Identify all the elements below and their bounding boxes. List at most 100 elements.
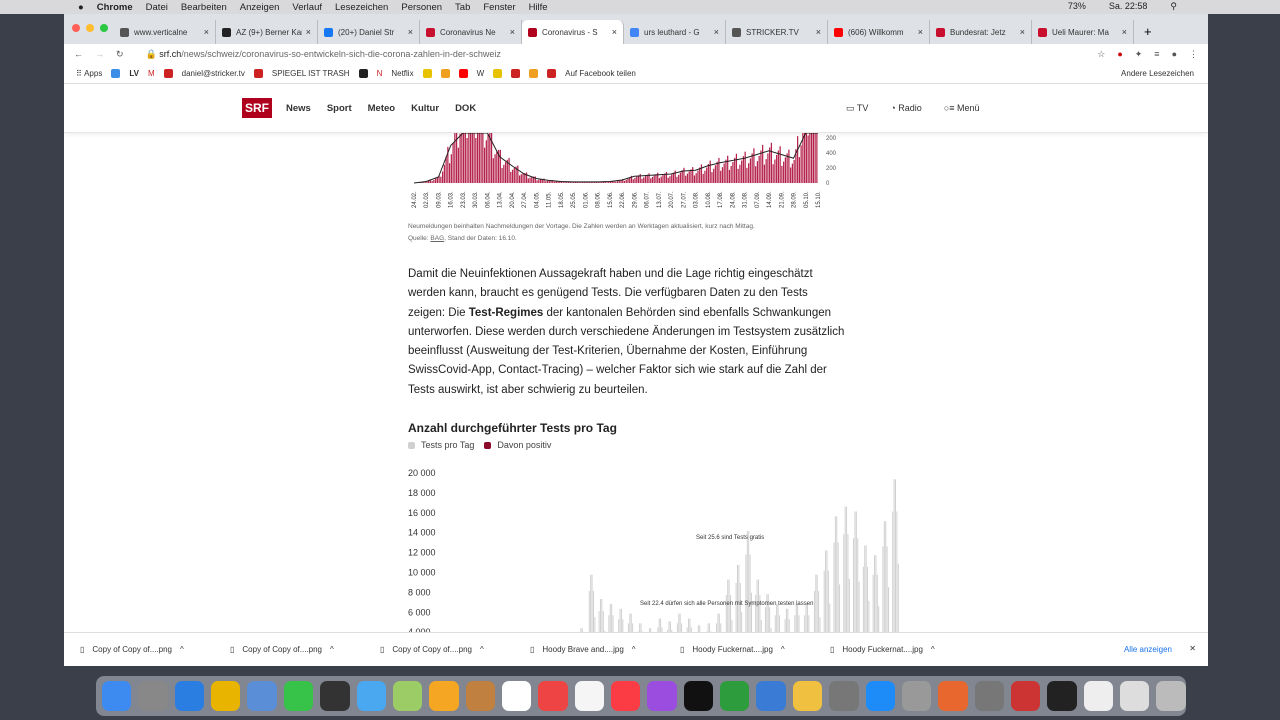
extension-icon[interactable]: ● <box>1117 49 1122 60</box>
nav-tv[interactable]: ▭ TV <box>846 103 868 114</box>
menu-item[interactable]: Personen <box>401 2 442 13</box>
close-tab-icon[interactable]: × <box>510 27 515 37</box>
browser-tab[interactable]: Coronavirus Ne × <box>420 20 522 44</box>
dock-app-icon[interactable] <box>392 681 423 711</box>
dock-app-icon[interactable] <box>138 681 168 711</box>
chevron-up-icon[interactable]: ^ <box>180 645 184 654</box>
dock-app-icon[interactable] <box>756 681 786 711</box>
dock-app-icon[interactable] <box>1047 681 1077 711</box>
clock[interactable]: Sa. 22:58 <box>1109 1 1148 12</box>
download-item[interactable]: ▯ Hoody Fuckernat....jpg ^ <box>814 645 964 654</box>
browser-tab[interactable]: Coronavirus - S × <box>522 20 624 44</box>
dock-app-icon[interactable] <box>283 681 314 711</box>
nav-menu[interactable]: ○≡ Menü <box>944 103 980 114</box>
menu-app[interactable]: Chrome <box>97 2 133 13</box>
zoom-button[interactable] <box>100 24 108 32</box>
srf-logo[interactable]: SRF <box>242 98 272 118</box>
browser-tab[interactable]: STRICKER.TV × <box>726 20 828 44</box>
menu-item[interactable]: Fenster <box>483 2 515 13</box>
reload-icon[interactable]: ↻ <box>116 49 124 60</box>
minimize-button[interactable] <box>86 24 94 32</box>
menu-item[interactable]: Hilfe <box>529 2 548 13</box>
close-window-button[interactable] <box>72 24 80 32</box>
dock-app-icon[interactable] <box>611 681 641 711</box>
dock-app-icon[interactable] <box>1120 681 1150 711</box>
puzzle-icon[interactable]: ✦ <box>1135 49 1143 60</box>
browser-tab[interactable]: AZ (9+) Berner Kan × <box>216 20 318 44</box>
nav-item[interactable]: Meteo <box>368 103 395 114</box>
star-icon[interactable]: ☆ <box>1097 49 1105 60</box>
menu-item[interactable]: Datei <box>146 2 168 13</box>
dock-app-icon[interactable] <box>829 681 859 711</box>
close-tab-icon[interactable]: × <box>306 27 311 37</box>
browser-tab[interactable]: urs leuthard - G × <box>624 20 726 44</box>
dock-app-icon[interactable] <box>211 681 241 711</box>
close-tab-icon[interactable]: × <box>1020 27 1025 37</box>
browser-tab[interactable]: Bundesrat: Jetz × <box>930 20 1032 44</box>
nav-item[interactable]: Sport <box>327 103 352 114</box>
dock-app-icon[interactable] <box>429 681 459 711</box>
download-item[interactable]: ▯ Hoody Brave and....jpg ^ <box>514 645 664 654</box>
kebab-menu-icon[interactable]: ⋮ <box>1189 49 1198 60</box>
close-tab-icon[interactable]: × <box>408 27 413 37</box>
nav-item[interactable]: News <box>286 103 311 114</box>
chevron-up-icon[interactable]: ^ <box>480 645 484 654</box>
bookmark[interactable]: SPIEGEL IST TRASH <box>272 69 350 78</box>
avatar[interactable]: ● <box>1172 49 1177 60</box>
bookmark-folder[interactable]: Andere Lesezeichen <box>1121 69 1194 78</box>
download-item[interactable]: ▯ Copy of Copy of....png ^ <box>364 645 514 654</box>
dock-app-icon[interactable] <box>356 681 386 711</box>
dock-app-icon[interactable] <box>683 681 714 711</box>
dock-app-icon[interactable] <box>538 681 568 711</box>
dock-app-icon[interactable] <box>1083 681 1114 711</box>
apple-icon[interactable]: ● <box>78 2 84 13</box>
url-input[interactable]: 🔒 srf.ch/news/schweiz/coronavirus-so-ent… <box>146 49 501 60</box>
nav-item[interactable]: Kultur <box>411 103 439 114</box>
chevron-up-icon[interactable]: ^ <box>781 645 785 654</box>
dock-app-icon[interactable] <box>247 681 277 711</box>
forward-icon[interactable]: → <box>95 49 104 59</box>
download-item[interactable]: ▯ Hoody Fuckernat....jpg ^ <box>664 645 814 654</box>
dock-app-icon[interactable] <box>938 681 968 711</box>
dock-app-icon[interactable] <box>501 681 532 711</box>
search-icon[interactable]: ⚲ <box>1170 1 1177 12</box>
download-item[interactable]: ▯ Copy of Copy of....png ^ <box>214 645 364 654</box>
dock-app-icon[interactable] <box>174 681 205 711</box>
battery[interactable]: 73% <box>1068 1 1086 12</box>
chevron-up-icon[interactable]: ^ <box>931 645 935 654</box>
bookmark[interactable]: Auf Facebook teilen <box>565 69 636 78</box>
close-tab-icon[interactable]: × <box>612 27 617 37</box>
menu-item[interactable]: Tab <box>455 2 470 13</box>
dock-app-icon[interactable] <box>102 681 132 711</box>
close-tab-icon[interactable]: × <box>714 27 719 37</box>
dock-app-icon[interactable] <box>865 681 895 711</box>
menu-item[interactable]: Lesezeichen <box>335 2 388 13</box>
browser-tab[interactable]: www.verticalne × <box>114 20 216 44</box>
browser-tab[interactable]: (20+) Daniel Str × <box>318 20 420 44</box>
bookmark[interactable]: Netflix <box>391 69 413 78</box>
close-tab-icon[interactable]: × <box>1122 27 1127 37</box>
browser-tab[interactable]: Ueli Maurer: Ma × <box>1032 20 1134 44</box>
show-all-downloads[interactable]: Alle anzeigen <box>1124 645 1172 654</box>
source-link[interactable]: BAG <box>430 235 444 242</box>
bookmark[interactable]: daniel@stricker.tv <box>182 69 245 78</box>
dock-app-icon[interactable] <box>1156 681 1186 711</box>
browser-tab[interactable]: (606) Willkomm × <box>828 20 930 44</box>
download-item[interactable]: ▯ Copy of Copy of....png ^ <box>64 645 214 654</box>
close-tab-icon[interactable]: × <box>204 27 209 37</box>
back-icon[interactable]: ← <box>74 49 83 59</box>
reading-list-icon[interactable]: ≡ <box>1154 49 1159 60</box>
dock-app-icon[interactable] <box>974 681 1004 711</box>
menu-item[interactable]: Verlauf <box>292 2 322 13</box>
dock-app-icon[interactable] <box>792 681 823 711</box>
close-downloads-icon[interactable]: ✕ <box>1189 644 1196 653</box>
nav-radio[interactable]: ◔ Radio <box>890 103 921 114</box>
chevron-up-icon[interactable]: ^ <box>330 645 334 654</box>
dock-app-icon[interactable] <box>901 681 932 711</box>
menu-item[interactable]: Bearbeiten <box>181 2 227 13</box>
dock-app-icon[interactable] <box>720 681 750 711</box>
dock-app-icon[interactable] <box>1010 681 1041 711</box>
dock-app-icon[interactable] <box>465 681 495 711</box>
menu-item[interactable]: Anzeigen <box>240 2 280 13</box>
chevron-up-icon[interactable]: ^ <box>632 645 636 654</box>
